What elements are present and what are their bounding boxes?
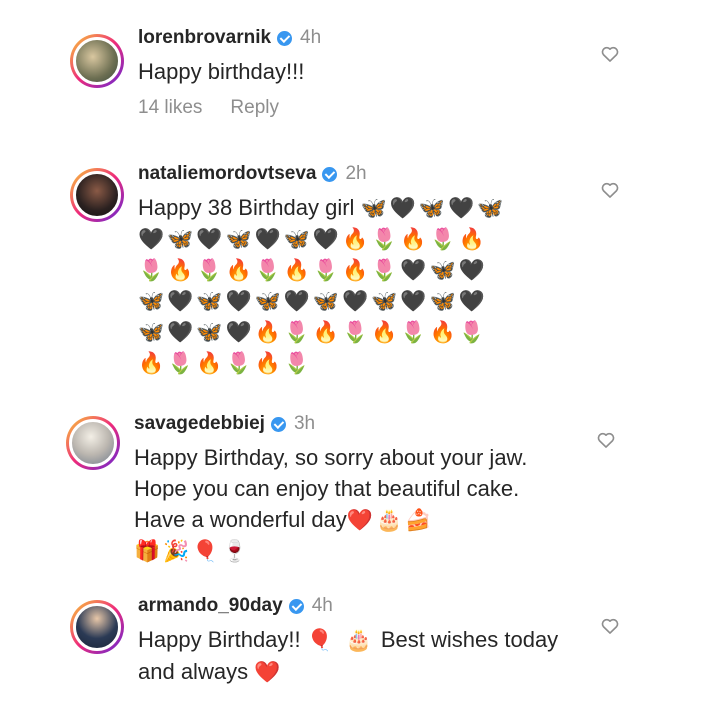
comment-body: lorenbrovarnik 4h Happy birthday!!! 14 l… [138, 26, 610, 119]
reply-button[interactable]: Reply [230, 97, 279, 119]
emoji-row-2: 🖤🦋🖤🦋🖤🦋🖤🔥🌷🔥🌷🔥 [138, 227, 488, 251]
heart-outline-icon[interactable] [600, 44, 620, 64]
comment-text-main: Happy Birthday, so sorry about your jaw.… [134, 445, 528, 532]
likes-count[interactable]: 14 likes [138, 97, 202, 119]
comment-text-main: Happy 38 Birthday girl [138, 195, 355, 220]
comment-text: Happy Birthday, so sorry about your jaw.… [134, 442, 570, 536]
heart-outline-icon[interactable] [596, 430, 616, 450]
comment-header: lorenbrovarnik 4h [138, 26, 610, 50]
heart-outline-icon[interactable] [600, 616, 620, 636]
avatar[interactable] [66, 416, 120, 470]
verified-badge-icon [270, 416, 286, 432]
emoji-row-3: 🌷🔥🌷🔥🌷🔥🌷🔥🌷🖤🦋🖤 [138, 258, 488, 282]
emoji-end: ❤️ [254, 660, 284, 684]
comment-text: Happy 38 Birthday girl 🦋🖤🦋🖤🦋 [138, 192, 570, 224]
comment-body: savagedebbiej 3h Happy Birthday, so sorr… [134, 412, 570, 567]
timestamp[interactable]: 4h [312, 594, 333, 618]
emoji-row-1: 🦋🖤🦋🖤🦋 [360, 196, 507, 220]
emoji-row-4: 🦋🖤🦋🖤🦋🖤🦋🖤🦋🖤🦋🖤 [138, 289, 488, 313]
verified-badge-icon [277, 30, 293, 46]
emoji-row-6: 🔥🌷🔥🌷🔥🌷 [138, 351, 313, 375]
avatar[interactable] [70, 600, 124, 654]
verified-badge-icon [288, 598, 304, 614]
avatar-image [69, 419, 117, 467]
avatar-image [73, 603, 121, 651]
avatar-image [73, 37, 121, 85]
username[interactable]: nataliemordovtseva [138, 162, 316, 186]
comment-header: armando_90day 4h [138, 594, 580, 618]
username[interactable]: savagedebbiej [134, 412, 265, 436]
comment-text-part1: Happy Birthday!! [138, 627, 301, 652]
username[interactable]: armando_90day [138, 594, 283, 618]
avatar-image [73, 171, 121, 219]
comment-header: nataliemordovtseva 2h [138, 162, 570, 186]
verified-badge-icon [322, 166, 338, 182]
username[interactable]: lorenbrovarnik [138, 26, 271, 50]
timestamp[interactable]: 4h [300, 26, 321, 50]
avatar[interactable] [70, 34, 124, 88]
comment-text: Happy birthday!!! [138, 59, 305, 84]
comment-text: Happy Birthday!! 🎈 🎂 Best wishes today a… [138, 624, 580, 688]
emoji-mid: 🎈 🎂 [306, 628, 375, 652]
emoji-line-2: 🎁🎉🎈🍷 [134, 539, 251, 563]
comment-body: nataliemordovtseva 2h Happy 38 Birthday … [138, 162, 570, 379]
comment-meta: 14 likes Reply [138, 97, 610, 119]
heart-outline-icon[interactable] [600, 180, 620, 200]
comment-body: armando_90day 4h Happy Birthday!! 🎈 🎂 Be… [138, 594, 580, 688]
emoji-row-5: 🦋🖤🦋🖤🔥🌷🔥🌷🔥🌷🔥🌷 [138, 320, 488, 344]
avatar[interactable] [70, 168, 124, 222]
timestamp[interactable]: 3h [294, 412, 315, 436]
timestamp[interactable]: 2h [345, 162, 366, 186]
emoji-tail: ❤️🎂🍰 [346, 508, 435, 532]
comment-header: savagedebbiej 3h [134, 412, 570, 436]
